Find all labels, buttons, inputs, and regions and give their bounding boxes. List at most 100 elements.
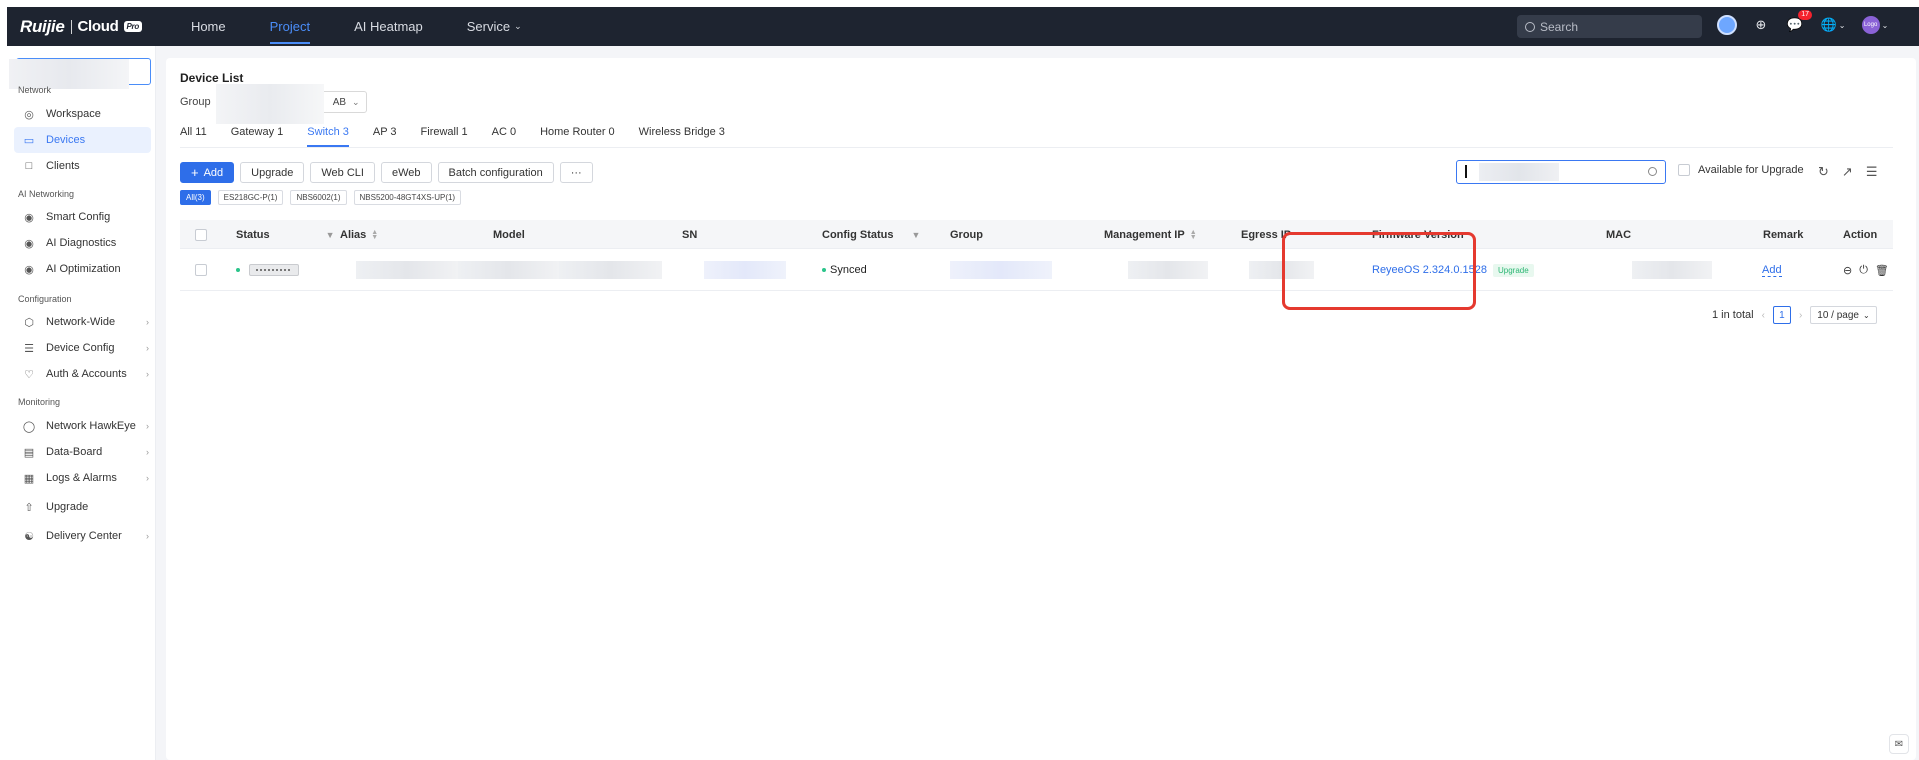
- model-cell: [458, 249, 559, 291]
- tab-all[interactable]: All 11: [180, 121, 207, 143]
- delete-icon[interactable]: 🗑: [1875, 264, 1889, 277]
- brand-separator: [70, 19, 72, 34]
- sidebar-item-label: Smart Config: [46, 211, 111, 223]
- sidebar-item-label: Data-Board: [46, 446, 103, 458]
- switch-device-image: [249, 264, 299, 276]
- sliders-icon: ☰: [24, 342, 34, 355]
- tab-firewall[interactable]: Firewall 1: [421, 121, 468, 143]
- sidebar-item-auth-accounts[interactable]: ♡ Auth & Accounts ›: [14, 361, 151, 387]
- brand-logo[interactable]: Ruijie Cloud Pro: [20, 17, 142, 37]
- tab-gateway[interactable]: Gateway 1: [231, 121, 284, 143]
- column-status-label: Status: [236, 228, 270, 241]
- page-number-button[interactable]: 1: [1772, 306, 1791, 324]
- sidebar-item-network-wide[interactable]: ⬡ Network-Wide ›: [14, 309, 151, 335]
- language-button[interactable]: 🌐 ⌄: [1819, 15, 1847, 35]
- sidebar-item-delivery-center[interactable]: ☯ Delivery Center ›: [14, 523, 151, 549]
- sidebar-item-network-hawkeye[interactable]: ◯ Network HawkEye ›: [14, 413, 151, 439]
- batch-configuration-button[interactable]: Batch configuration: [437, 162, 554, 183]
- shield-icon: ♡: [24, 368, 34, 381]
- refresh-icon[interactable]: ↻: [1818, 164, 1829, 180]
- chat-support-button[interactable]: ✉: [1889, 734, 1909, 754]
- redacted-alias: [356, 261, 458, 279]
- sidebar-item-device-config[interactable]: ☰ Device Config ›: [14, 335, 151, 361]
- nav-ai-heatmap[interactable]: AI Heatmap: [332, 7, 445, 46]
- chevron-left-icon[interactable]: ‹: [1762, 310, 1765, 321]
- nav-home[interactable]: Home: [169, 7, 248, 46]
- tab-home-router[interactable]: Home Router 0: [540, 121, 615, 143]
- ai-assistant-button[interactable]: [1717, 15, 1737, 35]
- chat-icon: ✉: [1894, 738, 1904, 750]
- brand-cloud: Cloud: [77, 18, 119, 35]
- sidebar-item-smart-config[interactable]: ◉ Smart Config: [14, 204, 151, 230]
- brand-pro-badge: Pro: [123, 21, 142, 32]
- upgrade-button[interactable]: Upgrade: [240, 162, 305, 183]
- add-remark-link[interactable]: Add: [1762, 264, 1782, 277]
- chevron-down-icon: ⌄: [352, 96, 360, 107]
- export-icon[interactable]: ↗: [1842, 164, 1853, 180]
- global-search-input[interactable]: Search: [1517, 15, 1702, 38]
- column-sn: SN: [682, 228, 698, 241]
- tab-switch[interactable]: Switch 3: [307, 121, 349, 147]
- pagination-total: 1 in total: [1712, 309, 1754, 321]
- add-circle-button[interactable]: ⊕: [1751, 15, 1771, 35]
- available-for-upgrade-label: Available for Upgrade: [1698, 164, 1804, 176]
- chip-model[interactable]: NBS5200-48GT4XS-UP(1): [353, 190, 462, 205]
- row-checkbox[interactable]: [195, 264, 207, 276]
- action-cell: ⊖ ⏻ 🗑: [1843, 249, 1889, 291]
- sidebar-item-upgrade[interactable]: ⇧ Upgrade: [14, 494, 151, 520]
- device-search-input[interactable]: [1456, 160, 1666, 184]
- sidebar-item-clients[interactable]: □ Clients: [14, 153, 151, 179]
- global-search-placeholder: Search: [1540, 19, 1579, 34]
- sidebar-item-devices[interactable]: ▭ Devices: [14, 127, 151, 153]
- device-list-card: Device List Group AB ⌄ All 11 Gateway 1 …: [166, 58, 1916, 760]
- redacted-search-text: [1479, 163, 1559, 181]
- alias-cell: [356, 249, 458, 291]
- chevron-right-icon[interactable]: ›: [1799, 310, 1802, 321]
- project-selector[interactable]: [9, 58, 151, 89]
- add-button[interactable]: + Add: [180, 162, 235, 183]
- user-menu-button[interactable]: Logo ⌄: [1861, 15, 1889, 35]
- eweb-button[interactable]: eWeb: [380, 162, 432, 183]
- redacted-model: [559, 261, 662, 279]
- redacted-group: [950, 261, 1052, 279]
- sidebar-item-logs-alarms[interactable]: ▦ Logs & Alarms ›: [14, 465, 151, 491]
- reboot-icon[interactable]: ⏻: [1859, 264, 1868, 277]
- sidebar-item-label: Device Config: [46, 342, 115, 354]
- device-type-tabs: All 11 Gateway 1 Switch 3 AP 3 Firewall …: [180, 121, 749, 147]
- sidebar-item-ai-optimization[interactable]: ◉ AI Optimization: [14, 256, 151, 282]
- chevron-down-icon: ⌄: [514, 21, 522, 31]
- messages-button[interactable]: 💬 17: [1785, 10, 1812, 35]
- select-all-checkbox[interactable]: [195, 228, 207, 241]
- available-for-upgrade-checkbox[interactable]: [1678, 164, 1690, 176]
- sort-icon[interactable]: ▲ ▼: [1190, 229, 1197, 241]
- filter-icon[interactable]: ▼: [912, 230, 921, 240]
- nav-project[interactable]: Project: [248, 7, 332, 46]
- upgrade-available-tag[interactable]: Upgrade: [1492, 263, 1534, 277]
- tab-wireless-bridge[interactable]: Wireless Bridge 3: [639, 121, 725, 143]
- chip-all[interactable]: All(3): [180, 190, 211, 205]
- web-cli-button[interactable]: Web CLI: [310, 162, 375, 183]
- sidebar-item-workspace[interactable]: ◎ Workspace: [14, 101, 151, 127]
- sort-icon[interactable]: ▲ ▼: [371, 229, 378, 241]
- redacted-model: [458, 261, 559, 279]
- chip-model[interactable]: ES218GC-P(1): [217, 190, 284, 205]
- zoom-out-icon[interactable]: ⊖: [1843, 264, 1852, 277]
- section-configuration: Configuration: [18, 294, 72, 304]
- column-alias-label: Alias: [340, 228, 367, 241]
- available-for-upgrade-filter[interactable]: Available for Upgrade: [1678, 164, 1804, 176]
- column-mac: MAC: [1606, 228, 1632, 241]
- nav-service[interactable]: Service ⌄: [445, 7, 544, 46]
- group-select[interactable]: AB ⌄: [215, 84, 367, 124]
- sidebar-item-ai-diagnostics[interactable]: ◉ AI Diagnostics: [14, 230, 151, 256]
- chip-model[interactable]: NBS6002(1): [290, 190, 347, 205]
- more-button[interactable]: ···: [559, 162, 593, 183]
- page-size-value: 10 / page: [1817, 309, 1859, 321]
- tab-ap[interactable]: AP 3: [373, 121, 397, 143]
- filter-icon[interactable]: ▼: [326, 230, 335, 240]
- tab-ac[interactable]: AC 0: [492, 121, 516, 143]
- column-settings-icon[interactable]: ☰: [1866, 164, 1878, 180]
- sidebar-item-data-board[interactable]: ▤ Data-Board ›: [14, 439, 151, 465]
- firmware-highlight-box: [1282, 232, 1476, 310]
- table-row[interactable]: Synced ReyeeOS 2.324.0.1528 Upgrade Add ⊖…: [180, 249, 1893, 291]
- page-size-select[interactable]: 10 / page ⌄: [1810, 306, 1877, 324]
